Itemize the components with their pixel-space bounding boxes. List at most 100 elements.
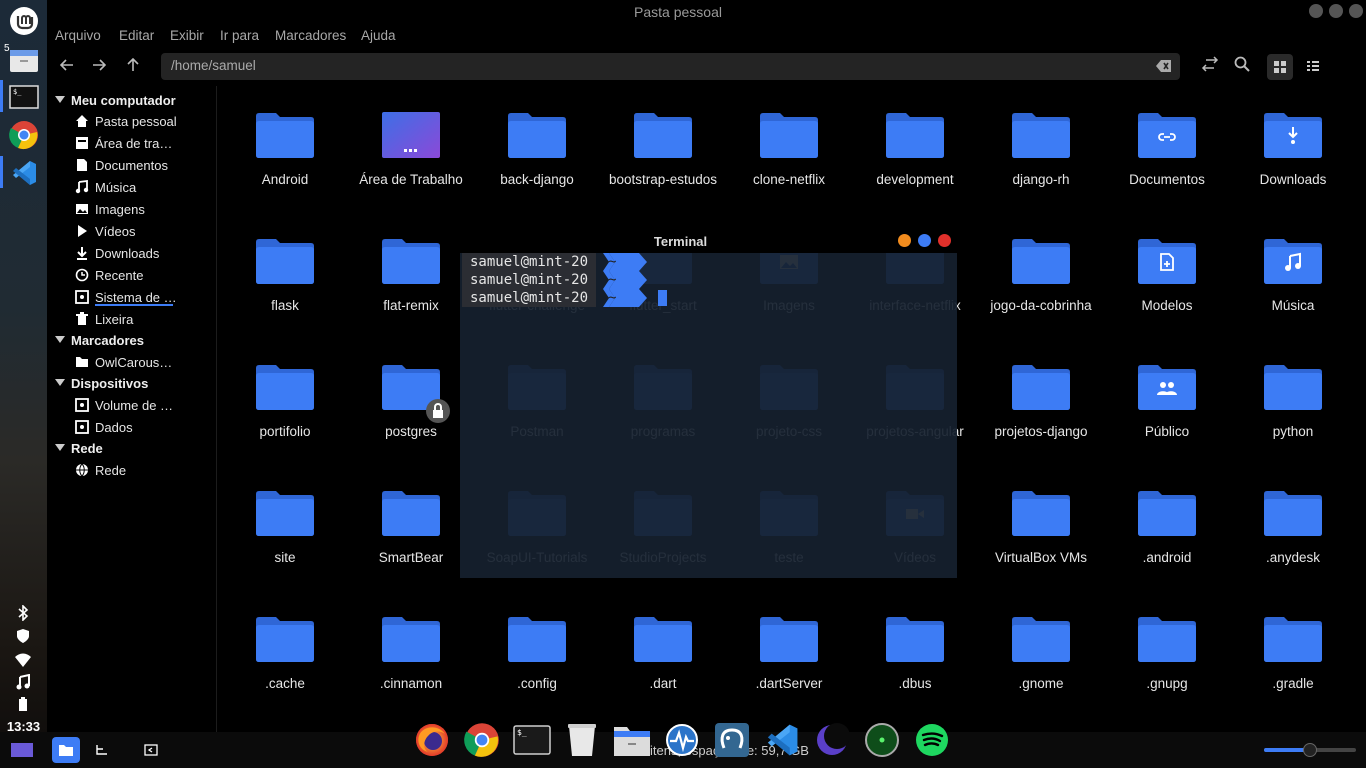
terminal-window[interactable]: samuel@mint-20 ~ samuel@mint-20 ~ samuel… [460,253,957,578]
sidebar-item-volume[interactable]: Volume de … [75,398,215,418]
section-meu-computador[interactable]: Meu computador [55,93,176,108]
postgres-icon[interactable] [713,721,751,759]
chrome-launcher-icon[interactable] [8,119,39,150]
mint-menu-icon[interactable] [8,5,39,36]
terminal-minimize-button[interactable] [898,234,911,247]
zoom-slider-knob[interactable] [1303,743,1317,757]
file-item[interactable]: postgres [349,340,473,450]
terminal-titlebar[interactable]: Terminal [460,230,957,253]
file-item[interactable]: clone-netflix [727,88,851,198]
sidebar-item-area-de-trabalho[interactable]: Área de tra… [75,136,215,156]
sidebar-item-imagens[interactable]: Imagens [75,202,215,222]
sidebar-item-rede[interactable]: Rede [75,463,215,483]
file-item[interactable]: bootstrap-estudos [601,88,725,198]
places-toggle-button[interactable] [52,737,80,763]
minimize-button[interactable] [1309,4,1323,18]
files-icon[interactable] [613,721,651,759]
file-item[interactable]: back-django [475,88,599,198]
sidebar-item-pasta-pessoal[interactable]: Pasta pessoal [75,114,215,134]
wifi-icon[interactable] [14,653,32,671]
section-rede[interactable]: Rede [55,441,103,456]
forward-button[interactable] [88,56,110,78]
search-button[interactable] [1231,56,1253,78]
menu-ajuda[interactable]: Ajuda [361,28,396,43]
file-item[interactable]: Documentos [1105,88,1229,198]
terminal-close-button[interactable] [938,234,951,247]
file-item[interactable]: .cache [223,592,347,702]
monitor-icon[interactable] [663,721,701,759]
trash-app-icon[interactable] [563,721,601,759]
night-mode-icon[interactable] [813,721,851,759]
file-item[interactable]: jogo-da-cobrinha [979,214,1103,324]
file-item[interactable]: .gnome [979,592,1103,702]
sidebar-item-downloads[interactable]: Downloads [75,246,215,266]
file-item[interactable]: .dbus [853,592,977,702]
zoom-slider[interactable] [1264,743,1356,757]
sidebar-item-dados[interactable]: Dados [75,420,215,440]
file-item[interactable]: portifolio [223,340,347,450]
back-button[interactable] [56,56,78,78]
menu-exibir[interactable]: Exibir [170,28,204,43]
sidebar-item-musica[interactable]: Música [75,180,215,200]
close-button[interactable] [1349,4,1363,18]
location-input[interactable] [171,58,1071,73]
file-item[interactable]: Área de Trabalho [349,88,473,198]
file-item[interactable]: .gradle [1231,592,1355,702]
sidebar-item-videos[interactable]: Vídeos [75,224,215,244]
file-item[interactable]: VirtualBox VMs [979,466,1103,576]
tree-view-button[interactable] [88,737,116,763]
menu-ir-para[interactable]: Ir para [220,28,259,43]
terminal-icon[interactable]: $_ [513,721,551,759]
file-item[interactable]: projetos-django [979,340,1103,450]
music-note-icon[interactable] [14,673,32,692]
section-marcadores[interactable]: Marcadores [55,333,144,348]
list-view-button[interactable] [1302,56,1324,78]
menu-arquivo[interactable]: Arquivo [55,28,101,43]
sidebar-item-recente[interactable]: Recente [75,268,215,288]
menu-marcadores[interactable]: Marcadores [275,28,346,43]
file-item[interactable]: Música [1231,214,1355,324]
file-item[interactable]: flat-remix [349,214,473,324]
sidebar-toggle-button[interactable] [137,737,165,763]
file-item[interactable]: .dart [601,592,725,702]
file-item[interactable]: site [223,466,347,576]
sidebar-item-lixeira[interactable]: Lixeira [75,312,215,332]
firefox-icon[interactable] [413,721,451,759]
section-dispositivos[interactable]: Dispositivos [55,376,148,391]
spotify-icon[interactable] [913,721,951,759]
file-item[interactable]: Android [223,88,347,198]
chrome-icon[interactable] [463,721,501,759]
vscode-launcher-icon[interactable] [8,157,39,188]
sidebar-item-sistema-de-arquivos[interactable]: Sistema de … [75,290,215,310]
bluetooth-icon[interactable] [14,604,32,623]
location-bar[interactable] [161,53,1180,80]
file-item[interactable]: .config [475,592,599,702]
battery-icon[interactable] [14,697,32,715]
files-launcher-icon[interactable] [8,45,39,76]
maximize-button[interactable] [1329,4,1343,18]
file-item[interactable]: development [853,88,977,198]
file-item[interactable]: python [1231,340,1355,450]
file-item[interactable]: Modelos [1105,214,1229,324]
file-item[interactable]: django-rh [979,88,1103,198]
up-button[interactable] [122,56,144,78]
file-item[interactable]: Público [1105,340,1229,450]
shield-icon[interactable] [14,628,32,646]
workspace-switcher-icon[interactable] [8,737,36,763]
menu-editar[interactable]: Editar [119,28,154,43]
file-item[interactable]: Downloads [1231,88,1355,198]
sidebar-item-owlcarousel[interactable]: OwlCarous… [75,355,215,375]
radar-icon[interactable] [863,721,901,759]
file-item[interactable]: .anydesk [1231,466,1355,576]
file-item[interactable]: .gnupg [1105,592,1229,702]
file-item[interactable]: .android [1105,466,1229,576]
toggle-location-button[interactable] [1199,56,1221,78]
file-item[interactable]: SmartBear [349,466,473,576]
sidebar-item-documentos[interactable]: Documentos [75,158,215,178]
terminal-maximize-button[interactable] [918,234,931,247]
clear-icon[interactable] [1156,59,1172,73]
vscode-icon[interactable] [763,721,801,759]
icon-view-button[interactable] [1267,54,1293,80]
file-item[interactable]: .cinnamon [349,592,473,702]
file-item[interactable]: .dartServer [727,592,851,702]
